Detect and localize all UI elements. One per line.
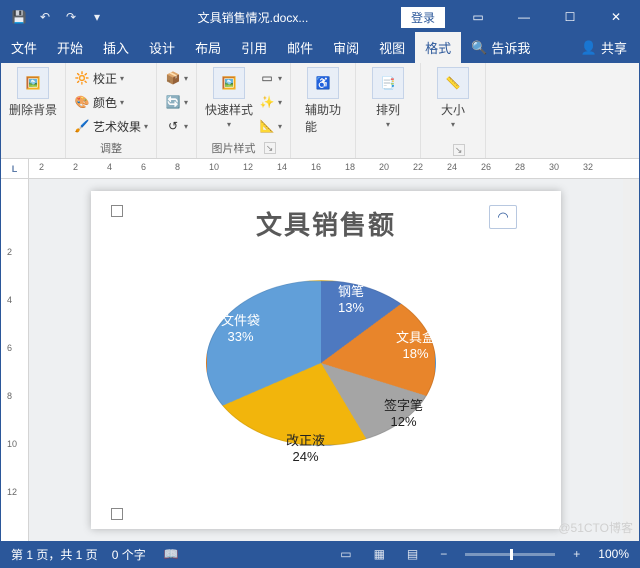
chart-title: 文具销售额	[111, 205, 541, 242]
page-indicator[interactable]: 第 1 页，共 1 页	[11, 546, 98, 563]
web-layout-icon[interactable]: ▤	[403, 547, 422, 561]
group-adjust-extra: 📦▾ 🔄▾ ↺▾	[157, 63, 197, 158]
group-picture-styles: 🖼️ 快速样式▾ ▭▾ ✨▾ 📐▾ 图片样式↘	[197, 63, 291, 158]
border-icon: ▭	[259, 70, 275, 86]
effects-icon: ✨	[259, 94, 275, 110]
color-icon: 🎨	[74, 94, 90, 110]
layout-options-icon[interactable]: ◠	[489, 205, 517, 229]
zoom-slider[interactable]	[465, 553, 555, 556]
maximize-icon[interactable]: ☐	[547, 1, 593, 33]
pic-layout-button[interactable]: 📐▾	[259, 115, 282, 137]
dialog-launcher-icon[interactable]: ↘	[264, 142, 276, 154]
word-count[interactable]: 0 个字	[112, 546, 146, 563]
ribbon: 🖼️ 删除背景 🔆校正▾ 🎨颜色▾ 🖌️艺术效果▾ 调整 📦▾ 🔄▾ ↺▾	[1, 63, 639, 159]
group-remove-bg: 🖼️ 删除背景	[1, 63, 66, 158]
document-page[interactable]: ◠ 文具销售额 钢笔13% 文具盒18% 签字笔12% 改正液24% 文件袋33…	[91, 191, 561, 529]
watermark: @51CTO博客	[558, 519, 633, 536]
slice-label-folder: 文件袋33%	[221, 313, 260, 344]
size-launcher-icon[interactable]: ↘	[453, 144, 465, 156]
tab-design[interactable]: 设计	[139, 32, 185, 63]
save-icon[interactable]: 💾	[11, 9, 27, 25]
horizontal-ruler[interactable]: L 22468101214161820222426283032	[1, 159, 639, 179]
accessibility-icon: ♿	[307, 67, 339, 99]
close-icon[interactable]: ✕	[593, 1, 639, 33]
group-arrange: 📑排列▾	[356, 63, 421, 158]
corrections-button[interactable]: 🔆校正▾	[74, 67, 124, 89]
share-icon: 👤	[581, 40, 597, 56]
zoom-out-icon[interactable]: −	[436, 547, 451, 561]
document-area: 24681012 ◠ 文具销售额 钢笔13% 文具盒18% 签字笔12% 改正液…	[1, 179, 639, 541]
tab-references[interactable]: 引用	[231, 32, 277, 63]
quick-styles-icon: 🖼️	[213, 67, 245, 99]
login-button[interactable]: 登录	[401, 7, 445, 28]
slice-label-signpen: 签字笔12%	[384, 398, 423, 429]
tab-layout[interactable]: 布局	[185, 32, 231, 63]
slice-label-correction: 改正液24%	[286, 433, 325, 464]
status-bar: 第 1 页，共 1 页 0 个字 📖 ▭ ▦ ▤ − + 100%	[1, 541, 639, 567]
group-accessibility: ♿辅助功 能	[291, 63, 356, 158]
remove-background-button[interactable]: 🖼️ 删除背景	[9, 67, 57, 118]
arrange-icon: 📑	[372, 67, 404, 99]
reset-pic-button[interactable]: ↺▾	[165, 115, 188, 137]
ruler-corner: L	[1, 159, 29, 178]
minimize-icon[interactable]: —	[501, 1, 547, 33]
ribbon-options-icon[interactable]: ▭	[455, 1, 501, 33]
slice-label-box: 文具盒18%	[396, 330, 435, 361]
tab-insert[interactable]: 插入	[93, 32, 139, 63]
artistic-icon: 🖌️	[74, 118, 90, 134]
change-pic-icon: 🔄	[165, 94, 181, 110]
size-button[interactable]: 📏大小▾	[429, 67, 477, 129]
quick-styles-button[interactable]: 🖼️ 快速样式▾	[205, 67, 253, 129]
artistic-button[interactable]: 🖌️艺术效果▾	[74, 115, 148, 137]
read-mode-icon[interactable]: ▭	[336, 547, 355, 561]
ruler-scale: 22468101214161820222426283032	[29, 159, 639, 178]
tab-mailings[interactable]: 邮件	[277, 32, 323, 63]
pic-border-button[interactable]: ▭▾	[259, 67, 282, 89]
tab-home[interactable]: 开始	[47, 32, 93, 63]
tab-file[interactable]: 文件	[1, 32, 47, 63]
qat-more-icon[interactable]: ▾	[89, 9, 105, 25]
arrange-button[interactable]: 📑排列▾	[364, 67, 412, 129]
undo-icon[interactable]: ↶	[37, 9, 53, 25]
tell-me[interactable]: 🔍告诉我	[461, 32, 540, 63]
ribbon-tabs: 文件 开始 插入 设计 布局 引用 邮件 审阅 视图 格式 🔍告诉我 👤共享	[1, 33, 639, 63]
vertical-ruler[interactable]: 24681012	[1, 179, 29, 541]
pie-chart[interactable]: 钢笔13% 文具盒18% 签字笔12% 改正液24% 文件袋33%	[166, 258, 486, 508]
quick-access-toolbar: 💾 ↶ ↷ ▾	[1, 9, 115, 25]
accessibility-button[interactable]: ♿辅助功 能	[299, 67, 347, 135]
tab-review[interactable]: 审阅	[323, 32, 369, 63]
size-icon: 📏	[437, 67, 469, 99]
search-icon: 🔍	[471, 40, 487, 56]
pic-effects-button[interactable]: ✨▾	[259, 91, 282, 113]
change-pic-button[interactable]: 🔄▾	[165, 91, 188, 113]
redo-icon[interactable]: ↷	[63, 9, 79, 25]
corrections-icon: 🔆	[74, 70, 90, 86]
print-layout-icon[interactable]: ▦	[370, 547, 389, 561]
tab-format[interactable]: 格式	[415, 32, 461, 63]
group-adjust: 🔆校正▾ 🎨颜色▾ 🖌️艺术效果▾ 调整	[66, 63, 157, 158]
compress-icon: 📦	[165, 70, 181, 86]
color-button[interactable]: 🎨颜色▾	[74, 91, 124, 113]
title-bar: 💾 ↶ ↷ ▾ 文具销售情况.docx... 登录 ▭ — ☐ ✕	[1, 1, 639, 33]
zoom-level[interactable]: 100%	[598, 547, 629, 561]
compress-button[interactable]: 📦▾	[165, 67, 188, 89]
app-window: 💾 ↶ ↷ ▾ 文具销售情况.docx... 登录 ▭ — ☐ ✕ 文件 开始 …	[0, 0, 640, 568]
reset-icon: ↺	[165, 118, 181, 134]
remove-bg-icon: 🖼️	[17, 67, 49, 99]
group-size: 📏大小▾ ↘	[421, 63, 486, 158]
spellcheck-icon[interactable]: 📖	[160, 547, 183, 561]
zoom-in-icon[interactable]: +	[569, 547, 584, 561]
layout-icon: 📐	[259, 118, 275, 134]
document-title: 文具销售情况.docx...	[115, 9, 391, 26]
share-button[interactable]: 👤共享	[569, 32, 639, 63]
vertical-scrollbar[interactable]	[623, 179, 639, 541]
tab-view[interactable]: 视图	[369, 32, 415, 63]
slice-label-pen: 钢笔13%	[338, 284, 364, 315]
